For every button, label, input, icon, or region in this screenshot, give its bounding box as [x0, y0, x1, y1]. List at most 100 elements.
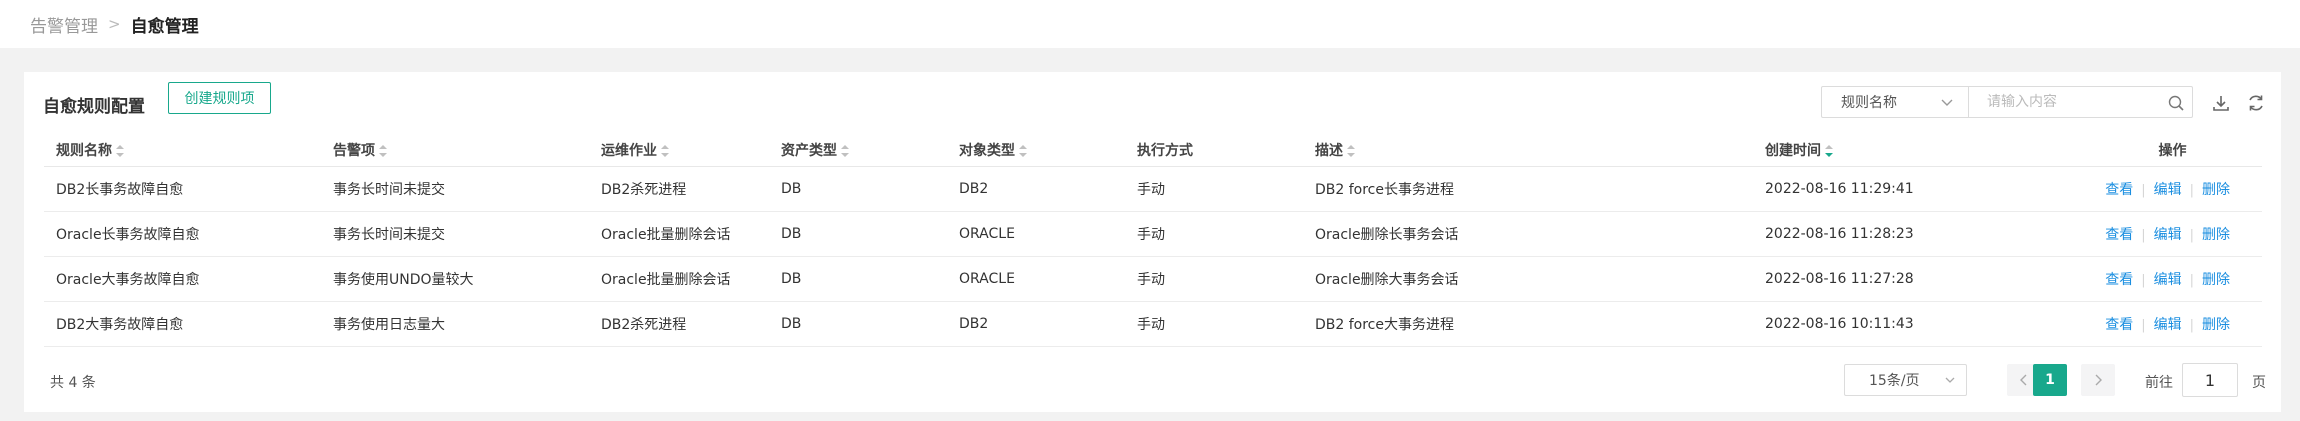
- actions-cell: 查看 | 编辑 | 删除: [2083, 256, 2262, 302]
- breadcrumb-bar: 告警管理 > 自愈管理: [0, 0, 2300, 48]
- alarm-item-cell: 事务长时间未提交: [321, 211, 589, 257]
- view-button[interactable]: 查看: [2097, 182, 2141, 198]
- edit-button[interactable]: 编辑: [2146, 272, 2190, 288]
- exec-mode-cell: 手动: [1125, 166, 1303, 212]
- sort-icon[interactable]: [1019, 144, 1027, 157]
- ops-job-cell: Oracle批量删除会话: [589, 211, 769, 257]
- search-input[interactable]: [1968, 86, 2193, 118]
- page-number-button[interactable]: 1: [2033, 364, 2067, 396]
- created-time-cell: 2022-08-16 11:28:23: [1753, 211, 2083, 257]
- table-row: DB2长事务故障自愈 事务长时间未提交 DB2杀死进程 DB DB2 手动 DB2 forc…: [44, 166, 2262, 212]
- action-divider: |: [2141, 317, 2146, 333]
- delete-button[interactable]: 删除: [2194, 317, 2238, 333]
- table-row: Oracle大事务故障自愈 事务使用UNDO量较大 Oracle批量删除会话 DB OR…: [44, 256, 2262, 302]
- col-header-exec-mode: 执行方式: [1125, 134, 1303, 167]
- action-divider: |: [2141, 227, 2146, 243]
- alarm-item-cell: 事务使用UNDO量较大: [321, 256, 589, 302]
- actions-cell: 查看 | 编辑 | 删除: [2083, 211, 2262, 257]
- view-button[interactable]: 查看: [2097, 272, 2141, 288]
- col-header-asset-type[interactable]: 资产类型: [769, 134, 947, 167]
- asset-type-cell: DB: [769, 301, 947, 347]
- object-type-cell: ORACLE: [947, 211, 1125, 257]
- goto-suffix: 页: [2252, 375, 2266, 391]
- exec-mode-cell: 手动: [1125, 301, 1303, 347]
- view-button[interactable]: 查看: [2097, 227, 2141, 243]
- created-time-cell: 2022-08-16 11:29:41: [1753, 166, 2083, 212]
- search-field-select[interactable]: 规则名称: [1821, 86, 1969, 118]
- col-header-created-time[interactable]: 创建时间: [1753, 134, 2083, 167]
- delete-button[interactable]: 删除: [2194, 272, 2238, 288]
- sort-icon[interactable]: [379, 144, 387, 157]
- description-cell: Oracle删除长事务会话: [1303, 211, 1753, 257]
- rule-name-cell: Oracle大事务故障自愈: [44, 256, 321, 302]
- table-header-row: 规则名称 告警项 运维作业 资产类型 对象类型 执行方式 描述 创建时间 操作: [44, 134, 2262, 167]
- refresh-icon[interactable]: [2246, 93, 2266, 113]
- search-field-value: 规则名称: [1841, 95, 1897, 111]
- chevron-left-icon: [2020, 374, 2027, 386]
- page-size-select[interactable]: 15条/页: [1844, 364, 1967, 396]
- sort-icon[interactable]: [1347, 144, 1355, 157]
- create-rule-button[interactable]: 创建规则项: [168, 82, 271, 114]
- download-icon[interactable]: [2211, 93, 2231, 113]
- table-row: DB2大事务故障自愈 事务使用日志量大 DB2杀死进程 DB DB2 手动 DB2 forc…: [44, 301, 2262, 347]
- edit-button[interactable]: 编辑: [2146, 182, 2190, 198]
- delete-button[interactable]: 删除: [2194, 227, 2238, 243]
- next-page-button[interactable]: [2081, 364, 2115, 396]
- rule-name-cell: DB2大事务故障自愈: [44, 301, 321, 347]
- description-cell: Oracle删除大事务会话: [1303, 256, 1753, 302]
- panel-title: 自愈规则配置: [43, 97, 145, 117]
- alarm-item-cell: 事务使用日志量大: [321, 301, 589, 347]
- sort-desc-icon[interactable]: [1825, 144, 1833, 157]
- alarm-item-cell: 事务长时间未提交: [321, 166, 589, 212]
- delete-button[interactable]: 删除: [2194, 182, 2238, 198]
- view-button[interactable]: 查看: [2097, 317, 2141, 333]
- asset-type-cell: DB: [769, 256, 947, 302]
- goto-page-input[interactable]: [2182, 363, 2238, 397]
- created-time-cell: 2022-08-16 11:27:28: [1753, 256, 2083, 302]
- col-header-description[interactable]: 描述: [1303, 134, 1753, 167]
- asset-type-cell: DB: [769, 211, 947, 257]
- col-header-rule-name[interactable]: 规则名称: [44, 134, 321, 167]
- created-time-cell: 2022-08-16 10:11:43: [1753, 301, 2083, 347]
- sort-icon[interactable]: [116, 144, 124, 157]
- col-header-ops-job[interactable]: 运维作业: [589, 134, 769, 167]
- ops-job-cell: Oracle批量删除会话: [589, 256, 769, 302]
- actions-cell: 查看 | 编辑 | 删除: [2083, 166, 2262, 212]
- rule-name-cell: DB2长事务故障自愈: [44, 166, 321, 212]
- rules-panel: 自愈规则配置 创建规则项 规则名称 请输入内容 规则名称 告警项 运维作业 资产…: [24, 72, 2281, 412]
- sort-icon[interactable]: [841, 144, 849, 157]
- exec-mode-cell: 手动: [1125, 256, 1303, 302]
- edit-button[interactable]: 编辑: [2146, 317, 2190, 333]
- col-header-actions: 操作: [2083, 134, 2262, 167]
- breadcrumb-parent[interactable]: 告警管理: [30, 12, 98, 37]
- actions-cell: 查看 | 编辑 | 删除: [2083, 301, 2262, 347]
- rules-table: 规则名称 告警项 运维作业 资产类型 对象类型 执行方式 描述 创建时间 操作 …: [44, 134, 2262, 347]
- chevron-down-icon: [1941, 99, 1953, 106]
- edit-button[interactable]: 编辑: [2146, 227, 2190, 243]
- search-icon[interactable]: [2167, 94, 2185, 112]
- breadcrumb-current: 自愈管理: [130, 16, 199, 37]
- action-divider: |: [2141, 272, 2146, 288]
- chevron-down-icon: [1945, 377, 1955, 383]
- panel-header: 自愈规则配置 创建规则项 规则名称: [24, 72, 2281, 132]
- col-header-object-type[interactable]: 对象类型: [947, 134, 1125, 167]
- exec-mode-cell: 手动: [1125, 211, 1303, 257]
- rule-name-cell: Oracle长事务故障自愈: [44, 211, 321, 257]
- action-divider: |: [2141, 182, 2146, 198]
- page-size-value: 15条/页: [1869, 373, 1920, 389]
- description-cell: DB2 force大事务进程: [1303, 301, 1753, 347]
- description-cell: DB2 force长事务进程: [1303, 166, 1753, 212]
- ops-job-cell: DB2杀死进程: [589, 301, 769, 347]
- chevron-right-icon: [2095, 374, 2102, 386]
- object-type-cell: DB2: [947, 301, 1125, 347]
- asset-type-cell: DB: [769, 166, 947, 212]
- table-row: Oracle长事务故障自愈 事务长时间未提交 Oracle批量删除会话 DB ORACL…: [44, 211, 2262, 257]
- goto-label: 前往: [2145, 375, 2173, 391]
- ops-job-cell: DB2杀死进程: [589, 166, 769, 212]
- total-count: 共 4 条: [50, 375, 96, 391]
- object-type-cell: ORACLE: [947, 256, 1125, 302]
- sort-icon[interactable]: [661, 144, 669, 157]
- breadcrumb-separator: >: [108, 15, 121, 33]
- col-header-alarm-item[interactable]: 告警项: [321, 134, 589, 167]
- object-type-cell: DB2: [947, 166, 1125, 212]
